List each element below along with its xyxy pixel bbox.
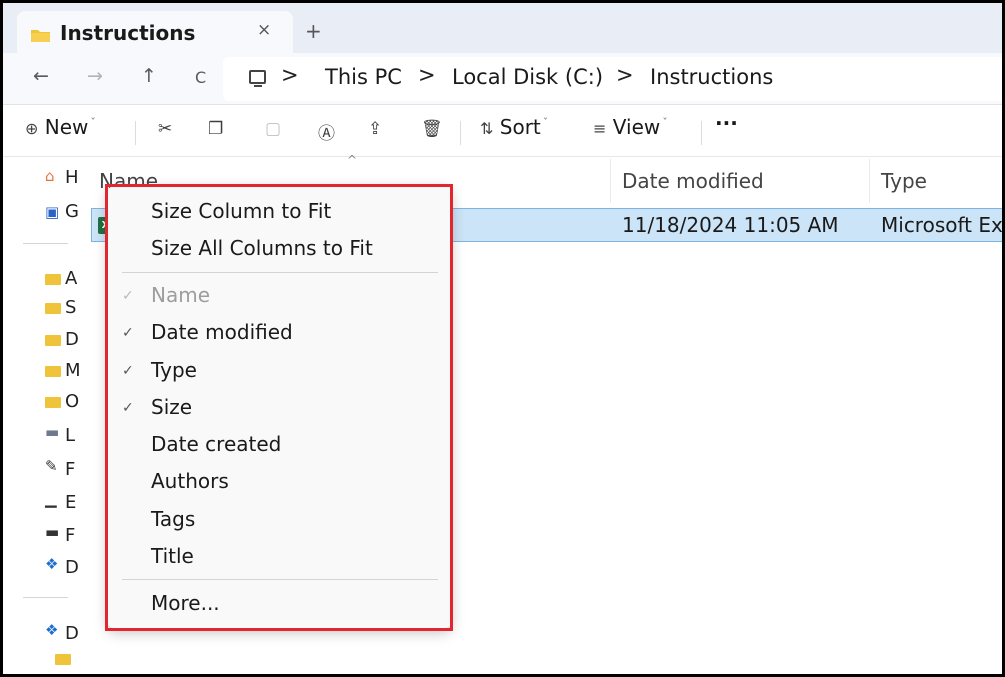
chevron-down-icon: ˇ [542,116,549,130]
chevron-right-icon: > [418,63,436,87]
back-button[interactable]: ← [33,65,49,87]
chevron-down-icon: ˇ [90,116,96,130]
navigation-bar: ← → ↑ C > This PC > Local Disk (C:) > In… [3,53,1002,105]
new-label: New [44,115,89,139]
sidebar-item-label[interactable]: G [65,201,79,222]
refresh-button[interactable]: C [195,68,206,87]
view-icon: ≡ [593,119,607,138]
chevron-down-icon: ˇ [662,116,668,130]
new-button[interactable]: ⊕ New ˇ [25,115,96,139]
column-divider[interactable] [869,159,870,203]
folder-icon[interactable] [45,303,61,314]
sidebar-item-label[interactable]: F [65,459,75,480]
view-label: View [612,115,661,139]
folder-icon[interactable] [45,335,61,346]
sidebar-item-label[interactable]: L [65,425,75,446]
home-icon[interactable]: ⌂ [45,167,55,185]
divider [23,597,68,598]
sidebar-item-label[interactable]: A [65,268,77,289]
usb-drive-icon[interactable]: ✎ [45,457,58,475]
delete-icon[interactable]: 🗑 [421,119,443,139]
up-button[interactable]: ↑ [141,65,157,87]
command-bar: ⊕ New ˇ ✂ ❐ ▢ Ⓐ ⇪ 🗑 ⇅ Sort ˇ ≡ View ˇ ··· [3,105,1002,157]
divider [460,121,461,145]
file-date-modified: 11/18/2024 11:05 AM [622,213,839,237]
navigation-pane: ⌂ H ▣ G A S D M O ▬ L ✎ F ▁ E ▬ F ❖ D ❖ … [3,157,83,674]
drive-icon[interactable]: ▬ [45,523,59,541]
sidebar-item-label[interactable]: S [65,297,76,318]
sidebar-item-label[interactable]: D [65,329,79,350]
highlight-outline [105,184,453,631]
share-icon[interactable]: ⇪ [368,119,382,139]
folder-icon [31,30,50,42]
sort-label: Sort [499,115,541,139]
sort-ascending-icon: ^ [347,153,358,167]
sidebar-item-label[interactable]: D [65,557,79,578]
address-bar[interactable]: > This PC > Local Disk (C:) > Instructio… [223,57,1002,101]
tab-instructions[interactable]: Instructions × [17,11,293,59]
sort-icon: ⇅ [480,119,494,138]
view-button[interactable]: ≡ View ˇ [593,115,668,139]
dropbox-icon[interactable]: ❖ [45,555,58,573]
computer-icon [249,70,266,87]
dropbox-icon[interactable]: ❖ [45,621,58,639]
folder-icon[interactable] [55,654,71,665]
sidebar-item-label[interactable]: F [65,525,75,546]
sidebar-item-label[interactable]: M [65,360,81,381]
breadcrumb-instructions[interactable]: Instructions [650,65,773,89]
plus-circle-icon: ⊕ [25,119,39,138]
chevron-right-icon: > [281,63,299,87]
copy-icon[interactable]: ❐ [208,119,223,139]
sidebar-item-label[interactable]: E [65,492,76,513]
column-divider[interactable] [610,159,611,203]
paste-icon[interactable]: ▢ [265,119,281,139]
forward-button[interactable]: → [87,65,103,87]
folder-icon[interactable] [45,366,61,377]
rename-icon[interactable]: Ⓐ [318,119,335,144]
breadcrumb-this-pc[interactable]: This PC [325,65,402,89]
file-explorer-window: Instructions × + ← → ↑ C > This PC > Loc… [0,0,1005,677]
column-header-date-modified[interactable]: Date modified [622,169,764,193]
more-options-button[interactable]: ··· [715,111,738,135]
column-header-type[interactable]: Type [881,169,927,193]
sidebar-item-label[interactable]: O [65,391,79,412]
sidebar-item-label[interactable]: D [65,623,79,644]
chevron-right-icon: > [616,63,634,87]
gallery-icon[interactable]: ▣ [45,203,59,221]
divider [701,121,702,145]
file-type: Microsoft Ex [881,213,1003,237]
local-disk-icon[interactable]: ▬ [45,423,59,441]
drive-icon[interactable]: ▁ [45,490,57,508]
tab-title: Instructions [60,21,196,45]
divider [23,243,68,244]
tab-strip: Instructions × + [3,3,1002,59]
folder-icon[interactable] [45,397,61,408]
close-tab-icon[interactable]: × [257,20,271,40]
folder-icon[interactable] [45,274,61,285]
new-tab-button[interactable]: + [305,19,322,43]
sidebar-item-label[interactable]: H [65,167,79,188]
cut-icon[interactable]: ✂ [158,119,172,139]
divider [135,121,136,145]
sort-button[interactable]: ⇅ Sort ˇ [480,115,548,139]
breadcrumb-local-disk[interactable]: Local Disk (C:) [452,65,603,89]
